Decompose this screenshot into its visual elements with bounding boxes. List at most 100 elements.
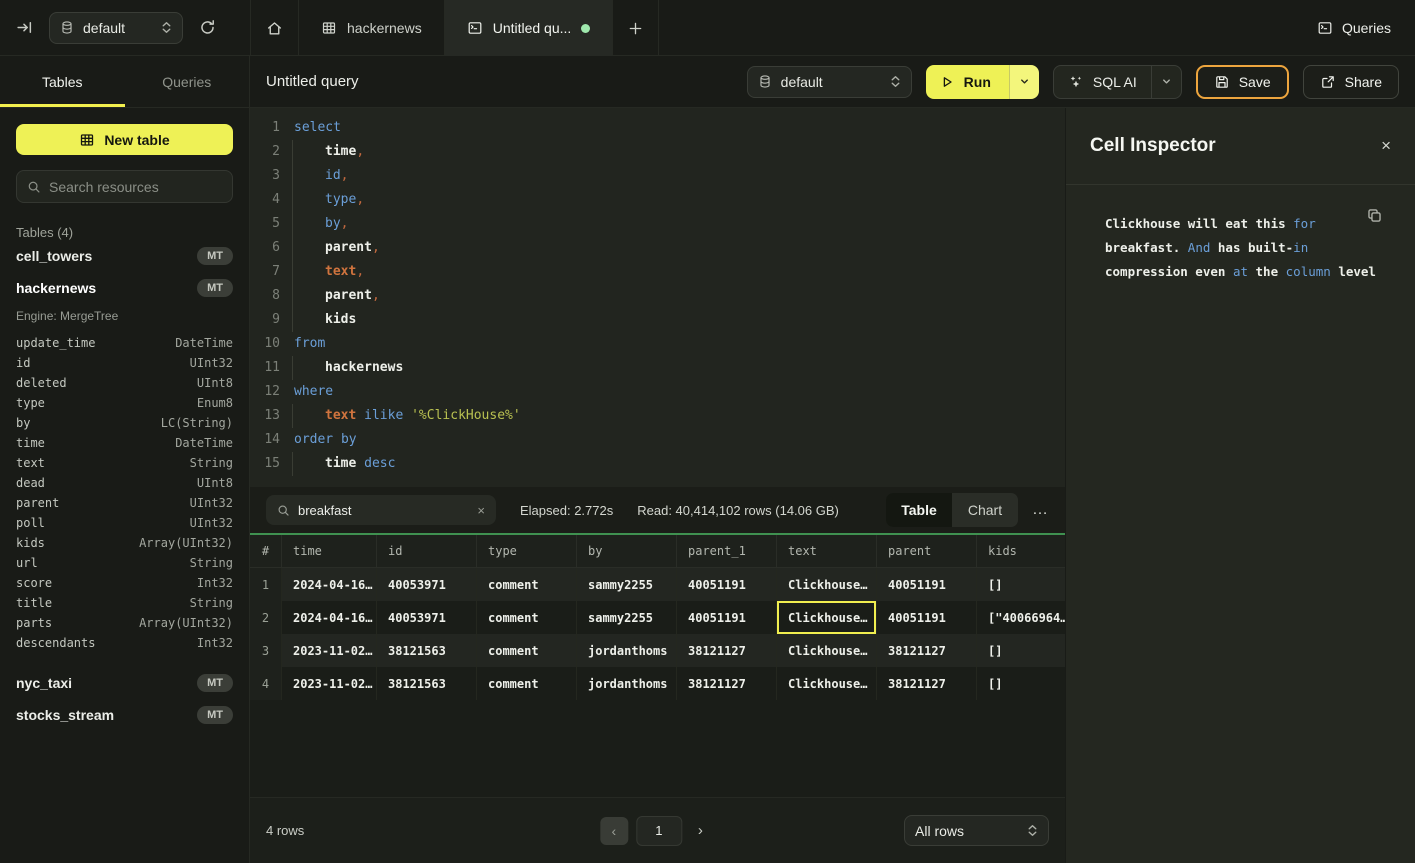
tab-untitled-query[interactable]: Untitled qu... (445, 0, 614, 56)
table-cell[interactable]: 38121563 (377, 634, 477, 667)
new-tab-button[interactable] (613, 0, 659, 56)
table-cell[interactable]: 40051191 (677, 601, 777, 634)
editor-line[interactable]: 10from (250, 332, 1065, 356)
editor-line[interactable]: 7text, (250, 260, 1065, 284)
sidebar-tab-tables[interactable]: Tables (0, 56, 125, 107)
table-cell[interactable]: 38121127 (677, 634, 777, 667)
table-cell[interactable]: 2024-04-16… (282, 601, 377, 634)
table-cell[interactable]: 2023-11-02… (282, 667, 377, 700)
sidebar-item-cell-towers[interactable]: cell_towers MT (16, 240, 233, 272)
column-header[interactable]: by (577, 535, 677, 567)
close-inspector-button[interactable]: × (1381, 136, 1391, 156)
column-header[interactable]: id (377, 535, 477, 567)
run-options-button[interactable] (1009, 65, 1039, 99)
table-cell[interactable]: Clickhouse… (777, 568, 877, 601)
table-cell[interactable]: 40051191 (677, 568, 777, 601)
sidebar-item-nyc-taxi[interactable]: nyc_taxi MT (16, 667, 233, 699)
share-button[interactable]: Share (1303, 65, 1399, 99)
editor-line[interactable]: 13text ilike '%ClickHouse%' (250, 404, 1065, 428)
results-search-input[interactable] (298, 503, 469, 518)
table-cell[interactable]: comment (477, 568, 577, 601)
copy-cell-button[interactable] (1366, 207, 1383, 224)
clear-search-button[interactable]: × (477, 503, 485, 518)
sidebar-item-stocks-stream[interactable]: stocks_stream MT (16, 699, 233, 731)
editor-line[interactable]: 9kids (250, 308, 1065, 332)
column-row: descendantsInt32 (16, 633, 233, 653)
editor-line[interactable]: 3id, (250, 164, 1065, 188)
column-header[interactable]: # (250, 535, 282, 567)
sidebar-collapse-button[interactable] (16, 19, 33, 36)
table-cell[interactable]: sammy2255 (577, 568, 677, 601)
table-cell[interactable]: Clickhouse… (777, 667, 877, 700)
next-page-button[interactable]: › (698, 822, 703, 839)
table-cell[interactable]: Clickhouse… (777, 634, 877, 667)
editor-line[interactable]: 15time desc (250, 452, 1065, 476)
table-cell[interactable]: jordanthoms (577, 667, 677, 700)
table-cell[interactable]: ["40066964… (977, 601, 1065, 634)
run-button[interactable]: Run (926, 65, 1009, 99)
database-selector-query[interactable]: default (747, 66, 912, 98)
column-header[interactable]: kids (977, 535, 1065, 567)
view-toggle-chart[interactable]: Chart (952, 493, 1018, 527)
page-size-value: All rows (915, 823, 1018, 839)
code-token: parent (325, 240, 372, 255)
table-cell[interactable]: 40051191 (877, 601, 977, 634)
table-cell[interactable]: 38121563 (377, 667, 477, 700)
tab-home[interactable] (251, 0, 299, 56)
editor-line[interactable]: 5by, (250, 212, 1065, 236)
table-cell[interactable]: [] (977, 667, 1065, 700)
sql-ai-button[interactable]: SQL AI (1054, 66, 1151, 98)
inspector-token: And (1188, 240, 1211, 255)
column-header[interactable]: text (777, 535, 877, 567)
editor-line[interactable]: 14order by (250, 428, 1065, 452)
queries-button[interactable]: Queries (1317, 20, 1391, 36)
sidebar-item-hackernews[interactable]: hackernews MT (16, 272, 233, 304)
sidebar-search-input[interactable] (49, 179, 230, 195)
page-number-input[interactable] (636, 816, 682, 846)
table-cell[interactable]: jordanthoms (577, 634, 677, 667)
table-cell[interactable]: 38121127 (877, 634, 977, 667)
table-cell[interactable]: comment (477, 601, 577, 634)
sql-editor[interactable]: 1select2time,3id,4type,5by,6parent,7text… (250, 108, 1065, 487)
new-table-button[interactable]: New table (16, 124, 233, 155)
editor-line[interactable]: 1select (250, 116, 1065, 140)
database-selector-top[interactable]: default (49, 12, 183, 44)
column-header[interactable]: parent_1 (677, 535, 777, 567)
tab-hackernews[interactable]: hackernews (299, 0, 445, 56)
table-cell[interactable]: [] (977, 634, 1065, 667)
editor-line[interactable]: 4type, (250, 188, 1065, 212)
table-cell[interactable]: [] (977, 568, 1065, 601)
refresh-button[interactable] (199, 19, 216, 36)
column-header[interactable]: time (282, 535, 377, 567)
editor-line[interactable]: 8parent, (250, 284, 1065, 308)
code-content: kids (292, 308, 356, 332)
previous-page-button[interactable]: ‹ (600, 817, 628, 845)
table-cell[interactable]: 40053971 (377, 601, 477, 634)
editor-line[interactable]: 11hackernews (250, 356, 1065, 380)
save-button[interactable]: Save (1196, 65, 1289, 99)
column-header[interactable]: parent (877, 535, 977, 567)
table-cell[interactable]: comment (477, 667, 577, 700)
table-cell[interactable]: 38121127 (877, 667, 977, 700)
sql-ai-options-button[interactable] (1151, 66, 1181, 98)
editor-line[interactable]: 2time, (250, 140, 1065, 164)
table-cell[interactable]: sammy2255 (577, 601, 677, 634)
view-toggle: Table Chart (886, 493, 1018, 527)
sidebar-tab-queries[interactable]: Queries (125, 56, 250, 107)
table-cell[interactable]: 2023-11-02… (282, 634, 377, 667)
pagination-bar: 4 rows ‹ › All rows (250, 797, 1065, 863)
table-cell[interactable]: 38121127 (677, 667, 777, 700)
editor-line[interactable]: 6parent, (250, 236, 1065, 260)
table-cell[interactable]: comment (477, 634, 577, 667)
row-count-label: 4 rows (266, 823, 304, 838)
results-more-button[interactable]: … (1032, 501, 1049, 519)
column-header[interactable]: type (477, 535, 577, 567)
table-cell[interactable]: Clickhouse… (777, 601, 877, 634)
queries-label: Queries (1342, 20, 1391, 36)
table-cell[interactable]: 2024-04-16… (282, 568, 377, 601)
editor-line[interactable]: 12where (250, 380, 1065, 404)
page-size-selector[interactable]: All rows (904, 815, 1049, 846)
view-toggle-table[interactable]: Table (886, 493, 952, 527)
table-cell[interactable]: 40051191 (877, 568, 977, 601)
table-cell[interactable]: 40053971 (377, 568, 477, 601)
